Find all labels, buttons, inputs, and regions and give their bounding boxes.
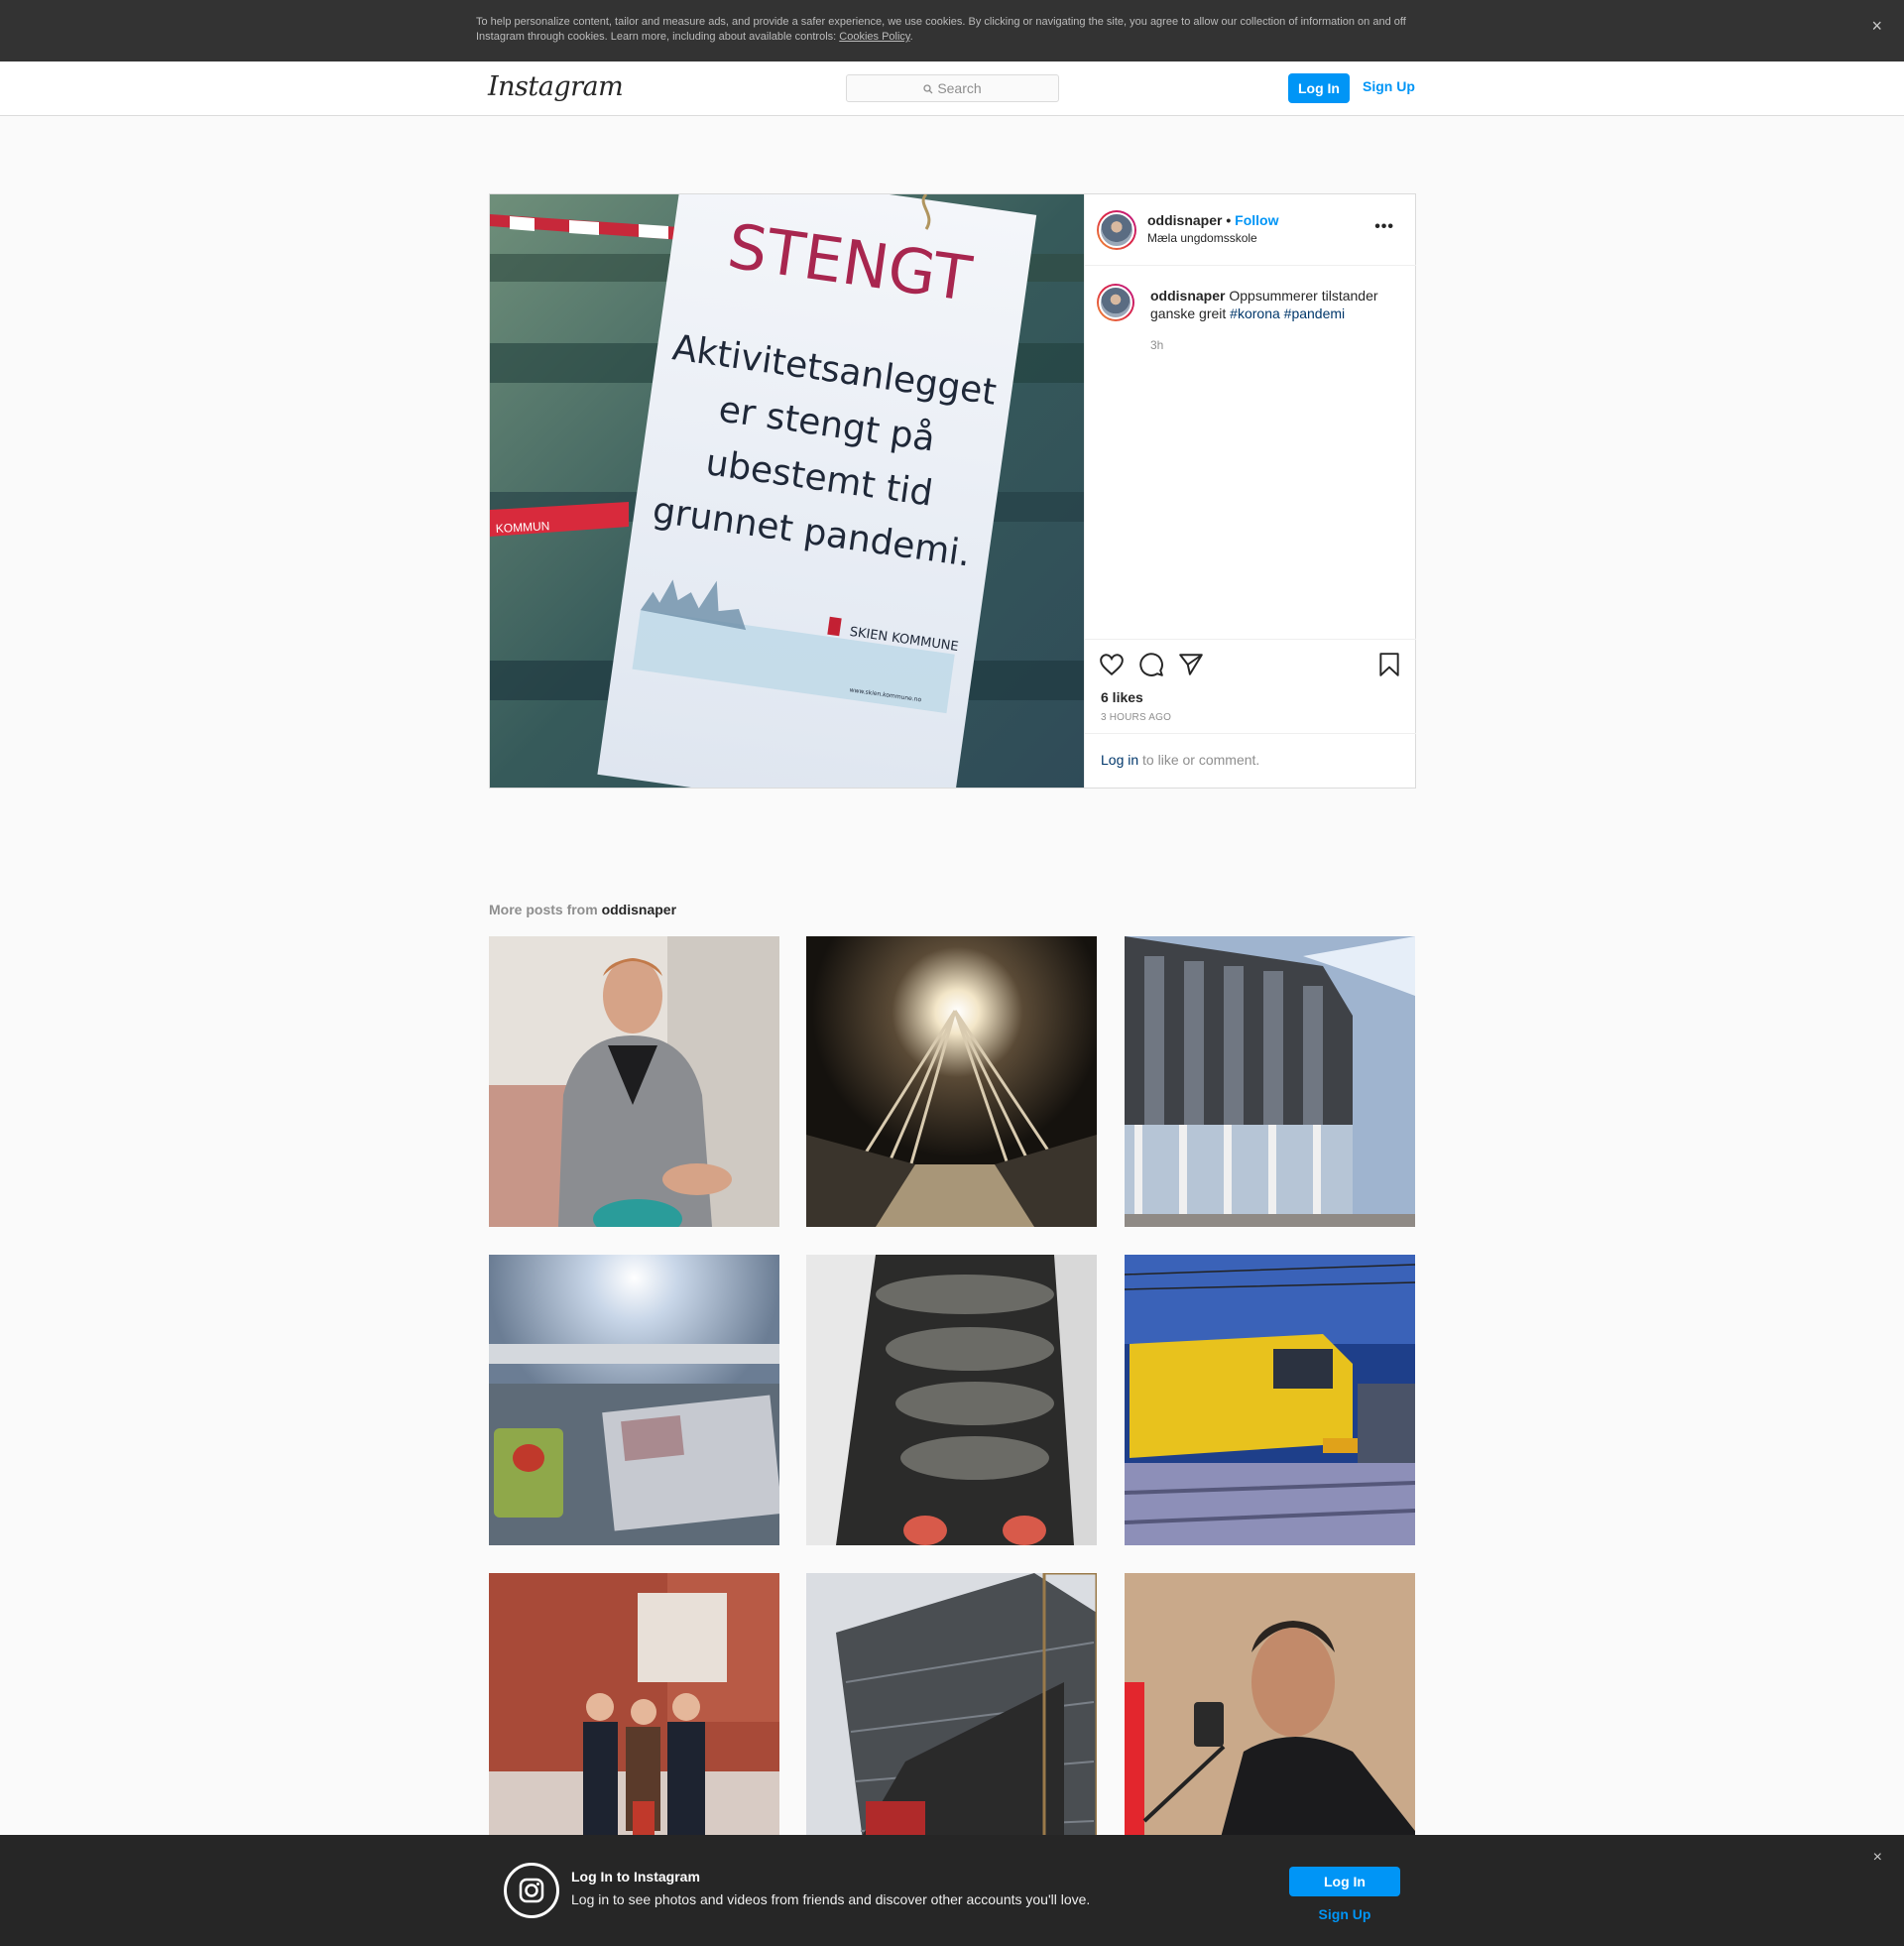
grid-post-1[interactable] [489, 936, 779, 1227]
post-author-line: oddisnaper • Follow [1147, 212, 1278, 228]
share-icon[interactable] [1178, 652, 1204, 677]
login-bar-subtitle: Log in to see photos and videos from fri… [571, 1891, 1091, 1907]
more-posts-prefix: More posts from [489, 902, 602, 917]
grid-post-9[interactable] [1125, 1573, 1415, 1864]
cookies-policy-link[interactable]: Cookies Policy [839, 31, 909, 43]
grid-post-5[interactable] [806, 1255, 1097, 1545]
more-posts-heading: More posts from oddisnaper [489, 902, 676, 917]
post-time-ago: 3 HOURS AGO [1101, 712, 1172, 723]
tape-text: KOMMUN [495, 519, 549, 536]
login-bar-title: Log In to Instagram [571, 1869, 700, 1885]
login-button[interactable]: Log In [1288, 73, 1350, 103]
post-username[interactable]: oddisnaper [1147, 212, 1222, 228]
grid-photo-man-hoodie [489, 936, 779, 1227]
camera-glyph-icon [519, 1878, 544, 1903]
cookie-banner: To help personalize content, tailor and … [0, 0, 1904, 61]
grid-photo-speaker [1125, 1573, 1415, 1864]
instagram-camera-icon [504, 1863, 559, 1918]
grid-photo-three-people [489, 1573, 779, 1864]
more-options-icon[interactable]: ••• [1374, 218, 1394, 236]
grid-post-4[interactable] [489, 1255, 779, 1545]
hashtag-pandemi[interactable]: #pandemi [1284, 305, 1346, 321]
grid-photo-construction [806, 1573, 1097, 1864]
grid-post-8[interactable] [806, 1573, 1097, 1864]
avatar[interactable] [1097, 210, 1136, 250]
login-bottom-bar: Log In to Instagram Log in to see photos… [0, 1835, 1904, 1946]
caption-timestamp: 3h [1150, 338, 1164, 352]
login-to-comment: Log in to like or comment. [1085, 733, 1416, 789]
cookie-close-icon[interactable]: × [1871, 17, 1882, 35]
top-nav: Instagram Search Log In Sign Up [0, 61, 1904, 116]
bookmark-icon[interactable] [1376, 652, 1402, 677]
post-image[interactable]: KOMMUN STENGT Aktivitetsanlegget er sten… [490, 194, 1084, 788]
grid-photo-staircase [806, 1255, 1097, 1545]
grid-photo-yellow-train [1125, 1255, 1415, 1545]
post-location[interactable]: Mæla ungdomsskole [1147, 231, 1257, 245]
search-icon [923, 84, 933, 94]
post-actions: 6 likes 3 HOURS AGO Log in to like or co… [1085, 639, 1416, 788]
cookie-text: To help personalize content, tailor and … [476, 15, 1418, 45]
post-sidebar: oddisnaper • Follow Mæla ungdomsskole ••… [1084, 194, 1416, 788]
signup-link[interactable]: Sign Up [1363, 73, 1415, 103]
follow-button[interactable]: Follow [1235, 212, 1278, 228]
login-link[interactable]: Log in [1101, 752, 1138, 768]
more-posts-username[interactable]: oddisnaper [602, 902, 676, 917]
hashtag-korona[interactable]: #korona [1230, 305, 1280, 321]
caption-username[interactable]: oddisnaper [1150, 288, 1225, 304]
grid-post-7[interactable] [489, 1573, 779, 1864]
grid-photo-building [1125, 936, 1415, 1227]
grid-post-2[interactable] [806, 936, 1097, 1227]
grid-post-3[interactable] [1125, 936, 1415, 1227]
cookie-message: To help personalize content, tailor and … [476, 16, 1406, 43]
post-header: oddisnaper • Follow Mæla ungdomsskole ••… [1085, 194, 1416, 266]
cookie-period: . [909, 31, 913, 43]
comment-icon[interactable] [1138, 652, 1164, 677]
instagram-logo[interactable]: Instagram [488, 71, 624, 102]
grid-photo-bridge-light [806, 936, 1097, 1227]
post-card: KOMMUN STENGT Aktivitetsanlegget er sten… [489, 193, 1416, 789]
search-input[interactable]: Search [846, 74, 1059, 102]
grid-post-6[interactable] [1125, 1255, 1415, 1545]
bottom-signup-link[interactable]: Sign Up [1289, 1906, 1400, 1922]
separator-dot: • [1226, 212, 1232, 228]
caption-avatar-image [1099, 286, 1132, 319]
login-comment-suffix: to like or comment. [1138, 752, 1260, 768]
like-heart-icon[interactable] [1099, 652, 1125, 677]
post-photo: KOMMUN STENGT Aktivitetsanlegget er sten… [490, 194, 1084, 788]
caption-avatar[interactable] [1097, 284, 1134, 321]
likes-count[interactable]: 6 likes [1101, 689, 1143, 705]
post-caption: oddisnaper Oppsummerer tilstander ganske… [1150, 287, 1398, 322]
grid-photo-coffee-newspaper [489, 1255, 779, 1545]
bottom-close-icon[interactable]: × [1873, 1849, 1882, 1867]
search-placeholder: Search [937, 80, 982, 96]
bottom-login-button[interactable]: Log In [1289, 1867, 1400, 1896]
avatar-image [1099, 212, 1134, 248]
